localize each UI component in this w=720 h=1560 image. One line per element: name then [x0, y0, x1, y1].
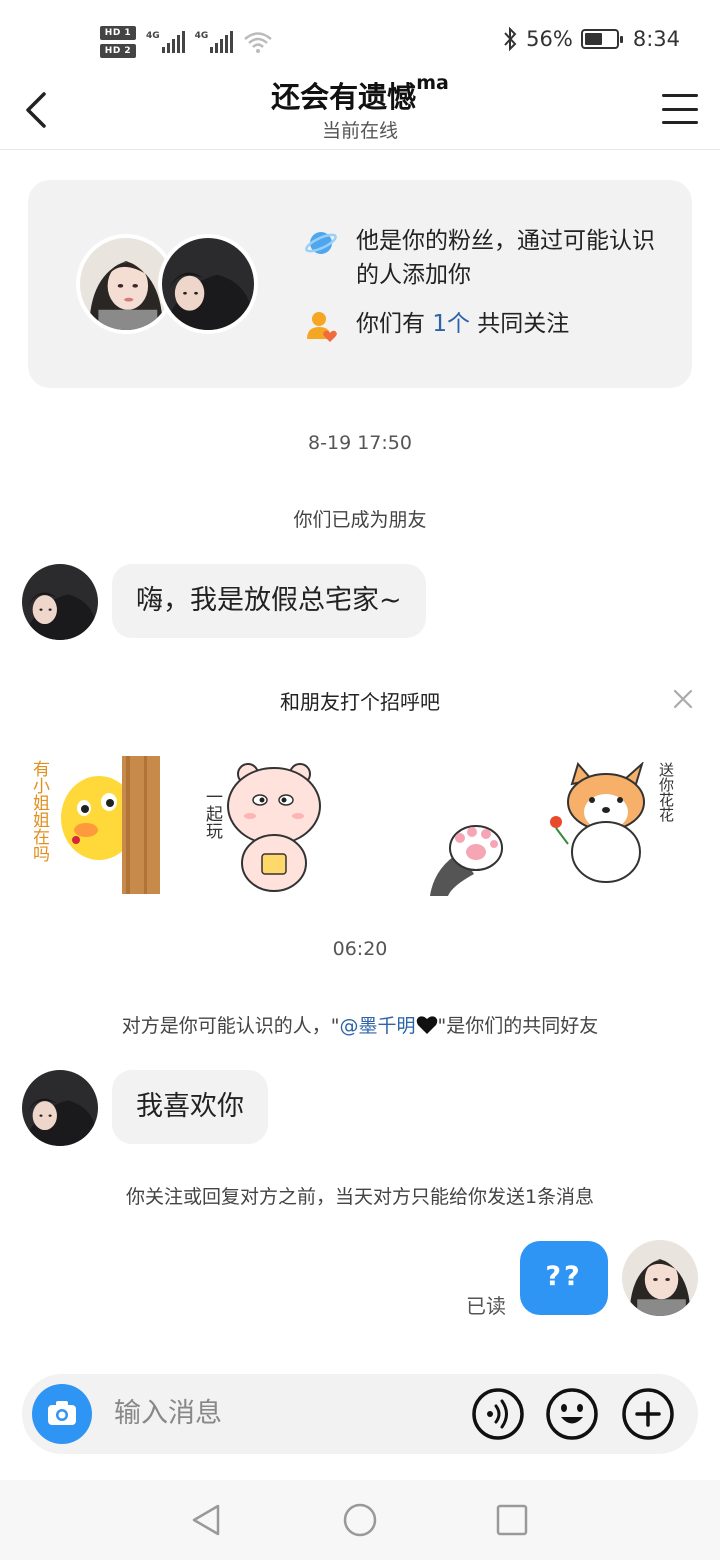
system-message-limit: 你关注或回复对方之前，当天对方只能给你发送1条消息 [125, 1186, 595, 1208]
timestamp: 8-19 17:50 [308, 432, 412, 454]
mutual-suffix: 共同关注 [469, 311, 570, 337]
avatar-pair [76, 234, 266, 334]
online-status: 当前在线 [321, 120, 398, 142]
mutual-follow-row[interactable]: 你们有 1个 共同关注 [304, 307, 569, 343]
nav-back-button[interactable] [186, 1500, 226, 1540]
system-message-friends: 你们已成为朋友 [293, 509, 427, 531]
black-heart-icon [416, 1016, 437, 1034]
mutual-friend-suffix: "是你们的共同好友 [437, 1015, 599, 1037]
wifi-icon [244, 32, 273, 53]
emoji-icon [546, 1388, 598, 1440]
more-options-button[interactable] [620, 1386, 676, 1442]
battery-icon [580, 29, 623, 49]
voice-button[interactable] [470, 1386, 526, 1442]
system-indicators: 56% 8:34 [502, 26, 680, 52]
bluetooth-icon [504, 26, 517, 52]
read-receipt: 已读 [466, 1294, 506, 1318]
timestamp: 06:20 [332, 938, 388, 960]
triangle-back-icon [192, 1504, 220, 1536]
clock: 8:34 [632, 27, 680, 51]
close-icon [673, 689, 693, 709]
nav-home-button[interactable] [340, 1500, 380, 1540]
outgoing-message-bubble[interactable]: ?? [520, 1241, 608, 1315]
message-input[interactable]: 输入消息 [114, 1374, 222, 1454]
sticker-caption-4: 送你花花 [657, 762, 675, 822]
my-message-avatar[interactable] [622, 1240, 698, 1316]
menu-line [662, 94, 698, 97]
mutual-prefix: 你们有 [356, 311, 433, 337]
system-navigation-bar [0, 1480, 720, 1560]
mutual-count-link[interactable]: 1个 [432, 311, 470, 337]
user-heart-icon [307, 312, 337, 342]
menu-line [662, 121, 698, 124]
menu-line [662, 107, 698, 111]
status-bar: HD 1 HD 2 4G 4G 56% 8:34 [0, 0, 720, 80]
sticker-caption-2: 一起玩 [202, 788, 222, 839]
battery-level [584, 33, 602, 45]
sticker-cat-paw[interactable] [424, 748, 510, 898]
sticker-bear-play[interactable]: 一起玩 [200, 748, 330, 898]
voice-icon [472, 1388, 524, 1440]
plus-icon [622, 1388, 674, 1440]
hd2-badge: HD 2 [100, 44, 136, 58]
camera-icon [48, 1401, 76, 1425]
bear-sticker-icon [227, 763, 321, 892]
signal-1-icon: 4G [146, 31, 185, 53]
contact-avatar[interactable] [158, 234, 258, 334]
mutual-follow-text: 你们有 1个 共同关注 [356, 307, 569, 341]
title-suffix: ma [416, 72, 449, 94]
fan-info-row: 他是你的粉丝，通过可能认识的人添加你 [304, 224, 664, 292]
greeting-suggestion-title: 和朋友打个招呼吧 [280, 690, 440, 714]
chat-header: 还会有遗憾ma 当前在线 [0, 70, 720, 150]
camera-button[interactable] [32, 1384, 92, 1444]
square-recents-icon [496, 1504, 528, 1536]
fan-info-text: 他是你的粉丝，通过可能认识的人添加你 [356, 228, 655, 288]
incoming-message-bubble[interactable]: 我喜欢你 [112, 1070, 268, 1144]
chick-peek-sticker-icon [61, 756, 160, 894]
nav-recents-button[interactable] [492, 1500, 532, 1540]
signal-2-icon: 4G [195, 31, 234, 53]
sticker-chick-peek[interactable]: 有小姐姐在吗 [24, 748, 164, 898]
cat-paw-sticker-icon [430, 825, 503, 896]
planet-icon [305, 232, 337, 254]
sender-avatar[interactable] [22, 1070, 98, 1146]
sender-avatar[interactable] [22, 564, 98, 640]
emoji-button[interactable] [544, 1386, 600, 1442]
battery-percent: 56% [526, 27, 573, 51]
incoming-message-bubble[interactable]: 嗨，我是放假总宅家~ [112, 564, 426, 638]
close-suggestions-button[interactable] [668, 684, 698, 714]
title-text: 还会有遗憾 [271, 80, 417, 114]
circle-home-icon [343, 1503, 377, 1537]
mutual-friend-link[interactable]: @墨千明 [339, 1015, 415, 1037]
network-indicators: HD 1 HD 2 4G 4G [100, 20, 273, 64]
message-input-bar: 输入消息 [22, 1374, 698, 1454]
sticker-corgi-flower[interactable]: 送你花花 [544, 748, 684, 898]
relationship-card: 他是你的粉丝，通过可能认识的人添加你 你们有 1个 共同关注 [28, 180, 692, 388]
sticker-caption-1: 有小姐姐在吗 [29, 760, 49, 862]
menu-button[interactable] [662, 94, 698, 124]
corgi-flower-sticker-icon [550, 762, 645, 883]
mutual-friend-prefix: 对方是你可能认识的人，" [121, 1015, 340, 1037]
hd1-badge: HD 1 [100, 26, 136, 40]
system-message-mutual-friend: 对方是你可能认识的人，"@墨千明 "是你们的共同好友 [0, 1011, 720, 1038]
chat-title: 还会有遗憾ma [0, 72, 720, 116]
